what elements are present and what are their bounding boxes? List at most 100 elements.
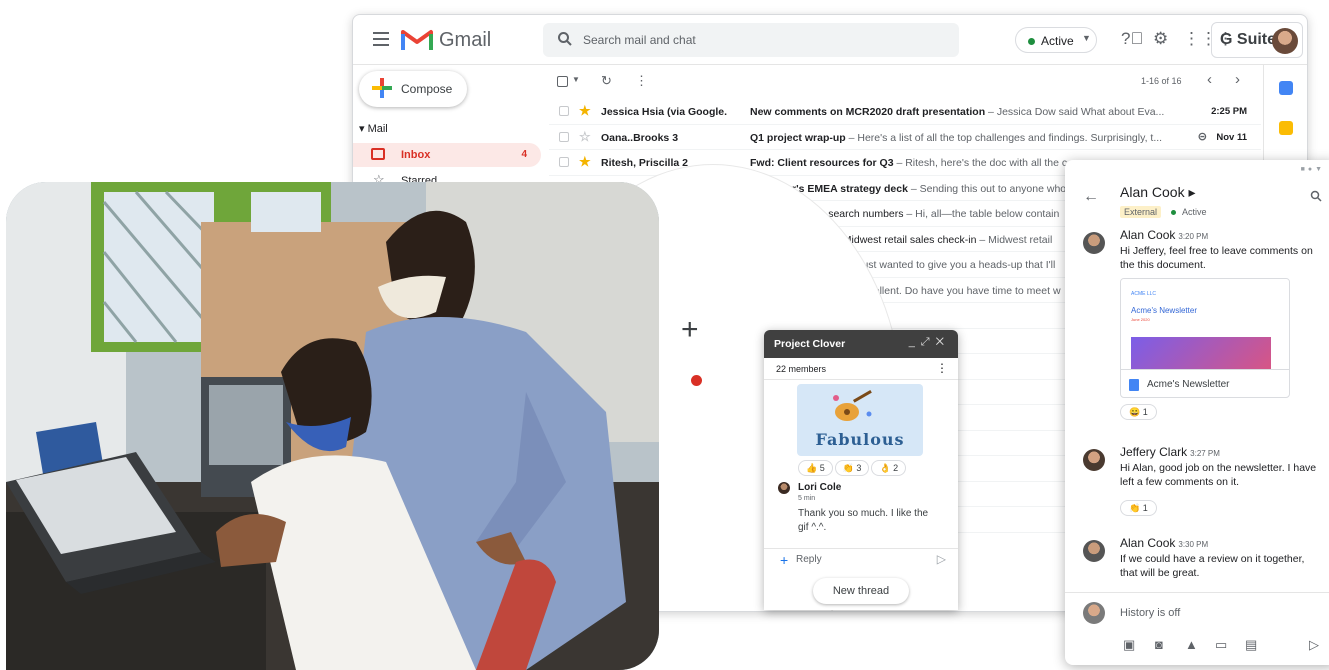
email-snippet: – Sending this out to anyone who <box>907 182 1067 195</box>
message-author: Jeffery Clark 3:27 PM <box>1120 445 1220 459</box>
message-time: 3:27 PM <box>1190 449 1220 458</box>
room-title: Project Clover <box>774 338 846 350</box>
star-icon[interactable]: ★ <box>579 103 591 119</box>
message-author: Alan Cook 3:20 PM <box>1120 228 1208 242</box>
unread-count: 4 <box>521 149 527 160</box>
attachment-icon: ⊝ <box>1197 130 1207 143</box>
pagination-label: 1-16 of 16 <box>1141 76 1182 86</box>
divider <box>1065 592 1329 593</box>
email-time: 2:25 PM <box>1211 106 1247 117</box>
row-checkbox[interactable] <box>559 131 569 142</box>
menu-icon[interactable] <box>373 32 389 46</box>
help-icon[interactable]: ?⃝ <box>1121 29 1143 49</box>
message-text: Hi Alan, good job on the newsletter. I h… <box>1120 461 1329 489</box>
next-page-icon[interactable]: › <box>1235 71 1240 88</box>
back-arrow-icon[interactable]: ← <box>1083 188 1099 206</box>
message-line: the this document. <box>1120 259 1206 271</box>
record-dot-icon <box>691 375 702 386</box>
guitar-icon <box>833 390 872 421</box>
window-controls-icon[interactable]: _⤢✕ <box>909 336 950 349</box>
history-status[interactable]: History is off <box>1120 607 1180 619</box>
plus-icon <box>372 78 392 98</box>
reaction-chip[interactable]: 👏 3 <box>834 460 870 476</box>
reaction-chip[interactable]: 👏 1 <box>1120 500 1157 516</box>
avatar <box>1083 232 1105 254</box>
message-text: Thank you so much. I like the gif ^.^. <box>798 507 946 535</box>
active-dot-icon <box>1171 210 1176 215</box>
status-dropdown[interactable]: Active ▼ <box>1015 27 1097 53</box>
reaction-bar: 👍 5 👏 3 👌 2 <box>798 458 908 476</box>
contact-name[interactable]: Alan Cook ▸ <box>1120 184 1196 201</box>
keep-icon[interactable] <box>1279 121 1293 135</box>
refresh-icon[interactable]: ↻ <box>601 73 612 89</box>
doc-name: Acme's Newsletter <box>1147 379 1230 390</box>
doc-brand: ACME LLC <box>1131 291 1157 297</box>
new-thread-button[interactable]: New thread <box>813 578 909 604</box>
more-icon[interactable]: ⋮ <box>936 361 948 375</box>
message-author: Alan Cook 3:30 PM <box>1120 536 1208 550</box>
search-input[interactable]: Search mail and chat <box>583 33 696 47</box>
room-chat-window: Project Clover _⤢✕ 22 members ⋮ Fabulous… <box>764 330 958 610</box>
doc-title: Acme's Newsletter <box>1131 306 1197 315</box>
star-icon[interactable]: ☆ <box>579 129 591 145</box>
chevron-down-icon: ▼ <box>1082 33 1091 43</box>
room-members-bar[interactable]: 22 members ⋮ <box>764 358 958 380</box>
author-text: Alan Cook <box>1120 536 1176 550</box>
members-count: 22 members <box>776 364 827 374</box>
room-header: Project Clover _⤢✕ <box>764 330 958 358</box>
row-checkbox[interactable] <box>559 106 569 116</box>
star-icon[interactable]: ★ <box>579 154 591 170</box>
reaction-chip[interactable]: 👍 5 <box>798 460 833 476</box>
calendar-icon[interactable] <box>1279 81 1293 95</box>
calendar-icon[interactable]: ▤ <box>1245 638 1259 652</box>
search-icon[interactable] <box>1310 190 1322 202</box>
reaction-chip[interactable]: 😀 1 <box>1120 404 1157 420</box>
doc-footer: Acme's Newsletter <box>1121 369 1289 397</box>
message-line: that will be great. <box>1120 567 1200 579</box>
email-snippet: – Ritesh, here's the doc with all the c <box>893 157 1068 169</box>
guitar-sticker-image: Fabulous <box>797 384 923 456</box>
add-icon[interactable]: + <box>681 315 699 345</box>
doc-attachment[interactable]: ACME LLC Acme's Newsletter June 2020 Acm… <box>1120 278 1290 398</box>
more-icon[interactable]: ⋮ <box>635 73 648 89</box>
email-snippet: – Midwest retail <box>976 233 1053 246</box>
product-name: G Suite <box>1220 31 1277 48</box>
compose-button[interactable]: Compose <box>359 71 467 107</box>
reply-label: Reply <box>796 554 822 565</box>
avatar <box>1083 449 1105 471</box>
send-icon[interactable]: ▷ <box>937 552 946 566</box>
row-checkbox[interactable] <box>559 157 569 167</box>
external-badge: External <box>1120 206 1162 218</box>
search-bar[interactable]: Search mail and chat <box>543 23 959 57</box>
select-all-checkbox[interactable] <box>557 76 568 87</box>
prev-page-icon[interactable]: ‹ <box>1207 71 1212 88</box>
email-row[interactable]: ★ Jessica Hsia (via Google. New comments o… <box>549 99 1261 125</box>
reply-bar[interactable]: + Reply ▷ <box>764 548 958 570</box>
image-icon[interactable]: ▣ <box>1123 638 1137 652</box>
mail-section-header[interactable]: ▾ Mail <box>359 122 388 135</box>
avatar <box>778 482 790 494</box>
avatar <box>1083 602 1105 624</box>
drive-icon[interactable]: ▲ <box>1185 638 1199 652</box>
message-line: Hi Alan, good job on the newsletter. I h… <box>1120 462 1317 474</box>
account-switcher[interactable]: G Suite <box>1211 22 1303 58</box>
sidebar-item-inbox[interactable]: Inbox 4 <box>353 143 541 167</box>
email-snippet: – Hi, all—the table below contain <box>903 208 1060 220</box>
email-snippet: – Jessica Dow said What about Eva... <box>985 106 1165 118</box>
message-author: Lori Cole <box>798 482 842 493</box>
video-icon[interactable]: ▭ <box>1215 638 1229 652</box>
gear-icon[interactable]: ⚙ <box>1153 29 1168 49</box>
list-toolbar: ▼ ↻ ⋮ 1-16 of 16 ‹ › <box>557 71 1257 95</box>
author-text: Jeffery Clark <box>1120 445 1188 459</box>
email-subject-line: Q1 project wrap-up – Here's a list of al… <box>750 132 1220 144</box>
reaction-chip[interactable]: 👌 2 <box>871 460 907 476</box>
email-row[interactable]: ☆ Oana..Brooks 3 Q1 project wrap-up – Here… <box>549 125 1261 150</box>
doc-subtitle: June 2020 <box>1131 317 1150 322</box>
mail-section-label: Mail <box>367 123 388 135</box>
window-controls-icon[interactable]: ■●▼ <box>1301 166 1325 173</box>
upload-icon[interactable]: ◙ <box>1155 638 1169 652</box>
send-icon[interactable]: ▷ <box>1309 638 1323 652</box>
chevron-down-icon[interactable]: ▼ <box>572 75 580 84</box>
classroom-photo <box>6 182 659 670</box>
avatar <box>1083 540 1105 562</box>
